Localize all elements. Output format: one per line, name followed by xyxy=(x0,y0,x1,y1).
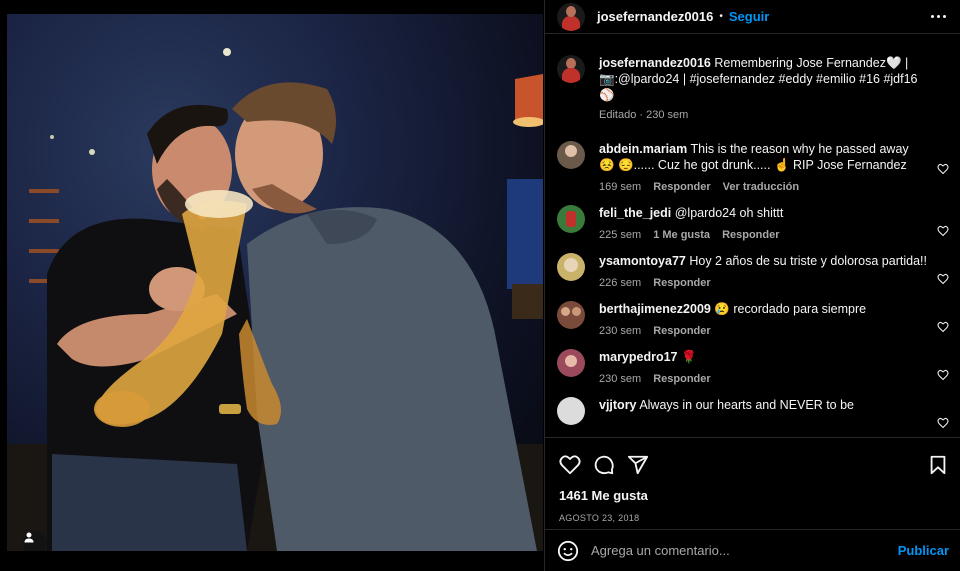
post-comment-button[interactable]: Publicar xyxy=(898,543,949,558)
post-actions: 1461 Me gusta AGOSTO 23, 2018 xyxy=(545,437,960,523)
comment-text: 🌹 xyxy=(681,350,697,364)
comment-item: feli_the_jedi @lpardo24 oh shittt 225 se… xyxy=(557,193,949,241)
comment-username[interactable]: marypedro17 xyxy=(599,350,678,364)
share-send-icon[interactable] xyxy=(627,454,649,476)
reply-button[interactable]: Responder xyxy=(653,373,710,385)
save-bookmark-icon[interactable] xyxy=(927,454,949,476)
post-date: AGOSTO 23, 2018 xyxy=(559,513,640,523)
reply-button[interactable]: Responder xyxy=(653,181,710,193)
comment-time: 225 sem xyxy=(599,229,642,241)
comment-username[interactable]: ysamontoya77 xyxy=(599,254,686,268)
comment-text: @lpardo24 oh shittt xyxy=(674,206,784,220)
comment-likes-count[interactable]: 1 Me gusta xyxy=(653,229,710,241)
author-avatar[interactable] xyxy=(557,2,585,31)
comment-input[interactable] xyxy=(591,543,898,558)
reply-button[interactable]: Responder xyxy=(653,277,710,289)
like-comment-heart-icon[interactable] xyxy=(937,163,949,175)
caption-username[interactable]: josefernandez0016 xyxy=(599,56,711,70)
comments-list[interactable]: josefernandez0016 Remembering Jose Ferna… xyxy=(545,43,960,437)
commenter-avatar[interactable] xyxy=(557,141,585,169)
comment-time: 230 sem xyxy=(599,325,642,337)
comment-item: berthajimenez2009 😢 recordado para siemp… xyxy=(557,289,949,337)
tagged-users-button[interactable] xyxy=(23,531,47,551)
comment-composer: Publicar xyxy=(545,529,960,571)
comment-username[interactable]: abdein.mariam xyxy=(599,142,687,156)
like-comment-heart-icon[interactable] xyxy=(937,225,949,237)
commenter-avatar[interactable] xyxy=(557,397,585,425)
like-heart-icon[interactable] xyxy=(559,454,581,476)
comment-bubble-icon[interactable] xyxy=(593,454,615,476)
post-media-pane xyxy=(0,0,544,571)
commenter-avatar[interactable] xyxy=(557,253,585,281)
comment-username[interactable]: feli_the_jedi xyxy=(599,206,671,220)
post-side-panel: josefernandez0016 • Seguir josefernandez… xyxy=(544,0,960,571)
comment-item: ysamontoya77 Hoy 2 años de su triste y d… xyxy=(557,241,949,289)
comment-username[interactable]: vjjtory xyxy=(599,398,637,412)
more-options-icon[interactable] xyxy=(929,9,948,24)
post-header: josefernandez0016 • Seguir xyxy=(545,0,960,34)
like-comment-heart-icon[interactable] xyxy=(937,369,949,381)
commenter-avatar[interactable] xyxy=(557,205,585,233)
comment-time: 230 sem xyxy=(599,373,642,385)
comment-username[interactable]: berthajimenez2009 xyxy=(599,302,711,316)
comment-time: 169 sem xyxy=(599,181,642,193)
comment-item: vjjtory Always in our hearts and NEVER t… xyxy=(557,385,949,429)
like-comment-heart-icon[interactable] xyxy=(937,417,949,429)
likes-count[interactable]: 1461 Me gusta xyxy=(545,482,960,503)
like-comment-heart-icon[interactable] xyxy=(937,273,949,285)
caption-meta: Editado · 230 sem xyxy=(599,109,689,121)
follow-button[interactable]: Seguir xyxy=(729,9,769,24)
like-comment-heart-icon[interactable] xyxy=(937,321,949,333)
commenter-avatar[interactable] xyxy=(557,349,585,377)
commenter-avatar[interactable] xyxy=(557,301,585,329)
post-photo[interactable] xyxy=(7,14,543,551)
emoji-icon[interactable] xyxy=(557,540,579,562)
see-translation-button[interactable]: Ver traducción xyxy=(723,181,799,193)
comment-item: marypedro17 🌹 230 sem Responder xyxy=(557,337,949,385)
comment-time: 226 sem xyxy=(599,277,642,289)
photo-illustration xyxy=(7,48,543,551)
separator-dot: • xyxy=(719,11,723,22)
reply-button[interactable]: Responder xyxy=(653,325,710,337)
author-username[interactable]: josefernandez0016 xyxy=(597,9,713,24)
comment-text: Hoy 2 años de su triste y dolorosa parti… xyxy=(689,254,927,268)
comment-text: 😢 recordado para siempre xyxy=(714,302,867,316)
user-icon xyxy=(24,532,34,543)
caption-avatar[interactable] xyxy=(557,55,585,83)
comment-text: Always in our hearts and NEVER to be xyxy=(639,398,855,412)
reply-button[interactable]: Responder xyxy=(722,229,779,241)
caption-item: josefernandez0016 Remembering Jose Ferna… xyxy=(557,43,949,121)
comment-item: abdein.mariam This is the reason why he … xyxy=(557,131,949,193)
